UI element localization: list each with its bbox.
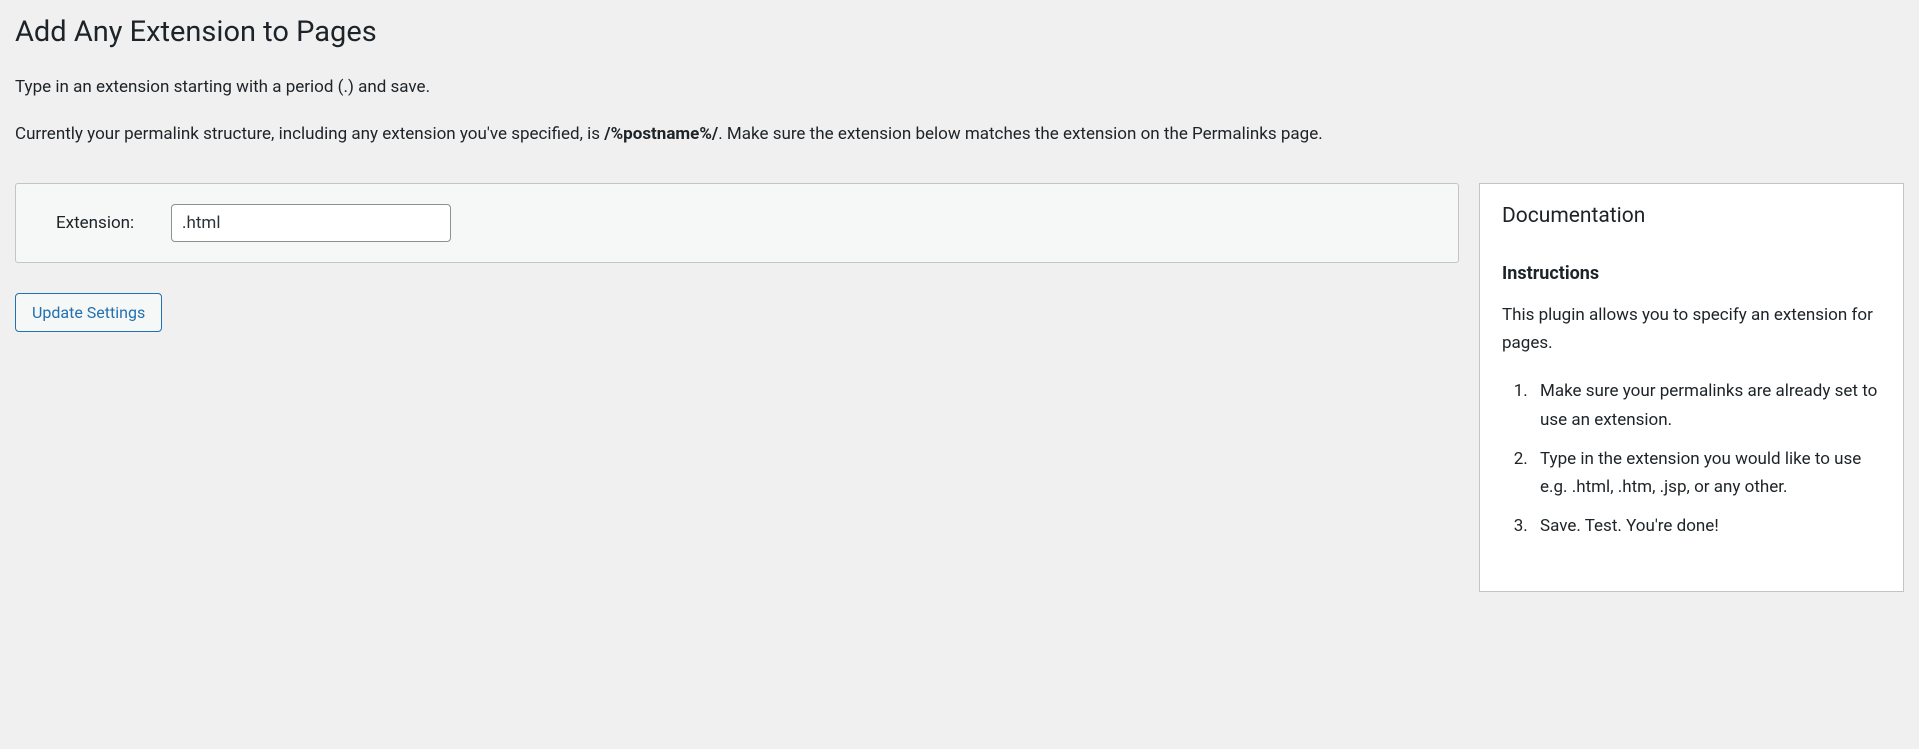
extension-label: Extension: (41, 213, 141, 233)
list-item: Make sure your permalinks are already se… (1532, 377, 1881, 435)
documentation-box: Documentation Instructions This plugin a… (1479, 183, 1904, 592)
intro-prefix: Currently your permalink structure, incl… (15, 124, 604, 144)
permalink-structure: /%postname%/ (604, 124, 718, 144)
update-settings-button[interactable]: Update Settings (15, 293, 162, 332)
page-title: Add Any Extension to Pages (15, 15, 1904, 49)
doc-description: This plugin allows you to specify an ext… (1502, 302, 1881, 356)
intro-suffix: . Make sure the extension below matches … (718, 124, 1322, 144)
extension-input[interactable] (171, 204, 451, 242)
list-item: Type in the extension you would like to … (1532, 445, 1881, 503)
extension-form-box: Extension: (15, 183, 1459, 263)
doc-subheading: Instructions (1502, 263, 1881, 284)
list-item: Save. Test. You're done! (1532, 512, 1881, 541)
doc-steps-list: Make sure your permalinks are already se… (1502, 377, 1881, 541)
intro-text-2: Currently your permalink structure, incl… (15, 121, 1904, 148)
intro-text-1: Type in an extension starting with a per… (15, 74, 1904, 101)
doc-heading: Documentation (1502, 204, 1881, 228)
